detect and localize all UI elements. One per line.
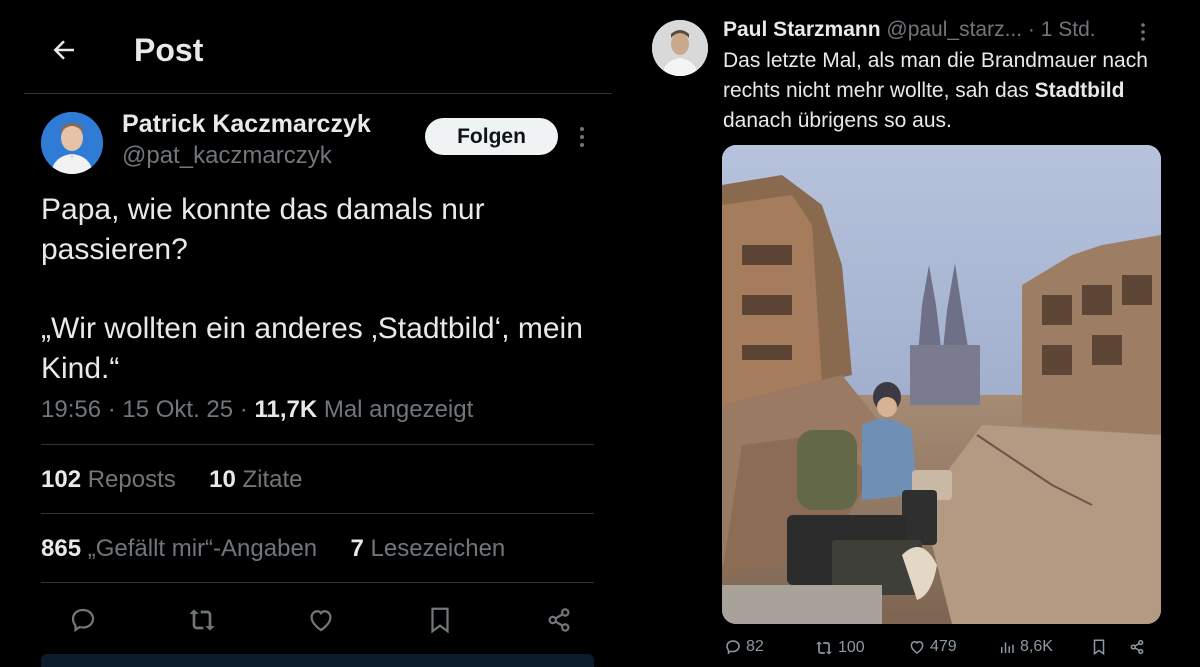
embedded-repost-button[interactable]: 100	[814, 638, 865, 658]
divider	[41, 444, 594, 445]
page-title: Post	[134, 32, 204, 68]
share-icon	[1130, 639, 1144, 655]
embedded-likes-count: 479	[930, 638, 957, 655]
embedded-author-name[interactable]: Paul Starzmann	[723, 18, 881, 41]
share-button[interactable]	[541, 602, 577, 638]
post-text-line1: Papa, wie konnte das damals nur passiere…	[41, 193, 485, 266]
bookmark-icon	[431, 607, 449, 634]
embedded-author-avatar[interactable]	[652, 20, 708, 76]
bottom-bar	[41, 654, 594, 667]
repost-button[interactable]	[184, 602, 220, 638]
reply-icon	[71, 608, 95, 633]
embedded-author-handle[interactable]: @paul_starz...	[881, 18, 1022, 41]
divider	[41, 513, 594, 514]
embedded-more-button[interactable]	[1140, 22, 1146, 47]
main-post-pane: Post Patrick Kaczmarczyk @pat_kaczmarczy…	[0, 0, 612, 667]
reply-button[interactable]	[65, 602, 101, 638]
embedded-post-text: Das letzte Mal, als man die Brandmauer n…	[723, 46, 1163, 136]
repost-icon	[816, 641, 832, 655]
reposts-stat[interactable]: 102 Reposts	[41, 466, 176, 493]
author-handle[interactable]: @pat_kaczmarczyk	[122, 142, 332, 170]
author-name[interactable]: Patrick Kaczmarczyk	[122, 110, 371, 139]
embedded-post-image[interactable]	[722, 145, 1161, 624]
bookmark-icon	[1093, 639, 1105, 656]
embedded-bookmark-button[interactable]	[1090, 638, 1108, 656]
views-count: 11,7K	[254, 396, 318, 423]
author-avatar[interactable]	[41, 112, 103, 174]
embedded-reply-button[interactable]: 82	[724, 638, 764, 656]
reply-icon	[726, 640, 740, 655]
embedded-replies-count: 82	[746, 638, 764, 655]
bookmarks-stat[interactable]: 7 Lesezeichen	[350, 535, 505, 562]
follow-button[interactable]: Folgen	[425, 118, 558, 155]
views-label: Mal angezeigt	[317, 396, 474, 423]
embedded-text-part: danach übrigens so aus.	[723, 109, 952, 132]
repost-icon	[189, 609, 215, 631]
embedded-post-header: Paul Starzmann @paul_starz... · 1 Std.	[723, 18, 1096, 42]
post-time[interactable]: 19:56 · 15 Okt. 25 ·	[41, 396, 254, 423]
embedded-post-time[interactable]: · 1 Std.	[1022, 18, 1096, 41]
embedded-like-button[interactable]: 479	[908, 638, 957, 656]
embedded-share-button[interactable]	[1128, 638, 1146, 656]
embedded-text-bold: Stadtbild	[1034, 79, 1125, 102]
share-icon	[548, 608, 570, 632]
like-button[interactable]	[303, 602, 339, 638]
back-arrow-icon	[53, 40, 74, 60]
post-meta: 19:56 · 15 Okt. 25 · 11,7K Mal angezeigt	[41, 396, 473, 424]
likes-bookmarks-stats: 865 „Gefällt mir“-Angaben 7 Lesezeichen	[41, 535, 505, 563]
embedded-views-count: 8,6K	[1020, 638, 1053, 655]
post-text: Papa, wie konnte das damals nur passiere…	[41, 190, 601, 429]
bookmark-button[interactable]	[422, 602, 458, 638]
quotes-stat[interactable]: 10 Zitate	[209, 466, 302, 493]
post-actions	[41, 598, 601, 642]
divider	[41, 582, 594, 583]
back-button[interactable]	[46, 32, 82, 68]
more-icon	[1141, 23, 1145, 41]
embedded-post-actions: 82 100 479 8,6K	[724, 638, 1164, 662]
more-options-button[interactable]	[571, 124, 593, 150]
like-icon	[310, 610, 332, 632]
ruined-city-photo	[722, 145, 1161, 624]
more-icon	[580, 127, 584, 147]
likes-stat[interactable]: 865 „Gefällt mir“-Angaben	[41, 535, 317, 562]
like-icon	[910, 640, 924, 654]
repost-quote-stats: 102 Reposts 10 Zitate	[41, 466, 303, 494]
embedded-views-button[interactable]: 8,6K	[998, 638, 1053, 656]
views-icon	[1001, 642, 1014, 653]
post-text-line2: „Wir wollten ein anderes ‚Stadtbild‘, me…	[41, 312, 583, 385]
embedded-reposts-count: 100	[838, 639, 865, 656]
post-header	[24, 18, 612, 94]
